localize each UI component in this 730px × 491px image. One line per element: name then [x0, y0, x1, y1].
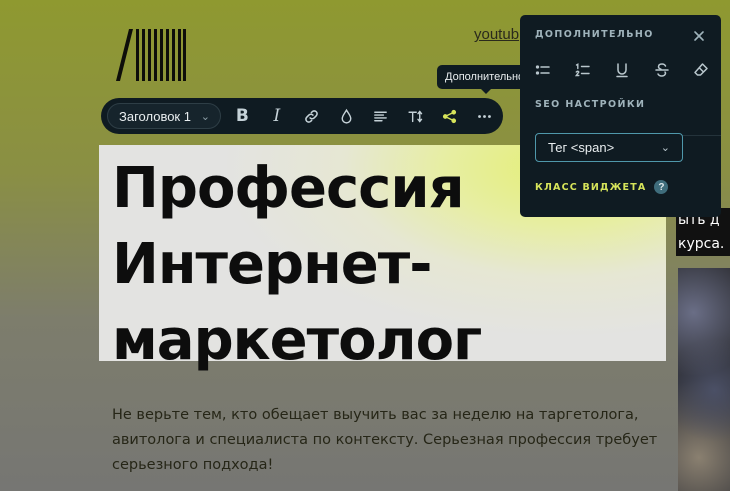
logo[interactable] — [116, 29, 186, 81]
underline-icon — [616, 63, 628, 78]
side-photo — [678, 268, 730, 491]
link-button[interactable] — [294, 101, 329, 131]
italic-button[interactable]: I — [260, 101, 295, 131]
tag-select[interactable]: Тег <span> ⌄ — [535, 133, 683, 162]
widget-class-field[interactable]: КЛАСС ВИДЖЕТА ? — [535, 180, 669, 194]
lead-line-2: авитолога и специалиста по контексту. Се… — [112, 432, 658, 448]
share-button[interactable] — [433, 101, 468, 131]
clear-format-button[interactable] — [690, 60, 712, 80]
align-button[interactable] — [363, 101, 398, 131]
align-left-icon — [374, 111, 388, 121]
formatting-toolbar: Заголовок 1 ⌄ B I — [101, 98, 503, 134]
numbered-list-button[interactable] — [572, 60, 594, 80]
more-dots-icon — [478, 114, 491, 118]
text-size-icon — [408, 109, 422, 123]
eraser-icon — [694, 63, 708, 76]
bulleted-list-icon — [535, 65, 550, 75]
bulleted-list-button[interactable] — [532, 60, 554, 80]
strikethrough-icon — [654, 63, 669, 77]
text-color-button[interactable] — [329, 101, 364, 131]
link-icon — [305, 109, 318, 123]
tag-select-value: Тег <span> — [548, 140, 615, 155]
more-button[interactable] — [467, 101, 502, 131]
bold-icon: B — [235, 106, 249, 126]
share-nodes-icon — [443, 109, 457, 123]
lead-line-1: Не верьте тем, кто обещает выучить вас з… — [112, 407, 639, 423]
title-line-2: Интернет- — [112, 232, 432, 297]
numbered-list-icon — [574, 63, 590, 77]
chevron-down-icon: ⌄ — [200, 110, 210, 123]
close-button[interactable] — [691, 28, 707, 44]
underline-button[interactable] — [611, 60, 633, 80]
page-title[interactable]: Профессия Интернет- маркетолог — [112, 151, 482, 379]
help-icon[interactable]: ? — [654, 180, 669, 194]
text-size-button[interactable] — [398, 101, 433, 131]
lead-paragraph: Не верьте тем, кто обещает выучить вас з… — [112, 403, 658, 478]
bold-button[interactable]: B — [225, 101, 260, 131]
title-line-1: Профессия — [112, 156, 465, 221]
panel-title: ДОПОЛНИТЕЛЬНО — [535, 29, 654, 40]
youtube-link[interactable]: youtub — [474, 26, 519, 43]
widget-class-label: КЛАСС ВИДЖЕТА — [535, 181, 647, 193]
side-text-line-4: курса. — [676, 232, 730, 256]
heading-level-select[interactable]: Заголовок 1 ⌄ — [107, 103, 221, 129]
italic-icon: I — [273, 106, 281, 126]
panel-format-icons — [532, 60, 712, 80]
close-icon — [694, 31, 704, 41]
strikethrough-button[interactable] — [651, 60, 673, 80]
color-drop-icon — [341, 108, 352, 124]
chevron-down-icon: ⌄ — [660, 142, 670, 154]
seo-section-title: SEO НАСТРОЙКИ — [535, 99, 646, 110]
lead-line-3: серьезного подхода! — [112, 457, 274, 473]
logo-icon — [116, 29, 186, 81]
more-tooltip: Дополнительно — [437, 65, 533, 94]
heading-level-value: Заголовок 1 — [119, 108, 191, 124]
additional-settings-panel: ДОПОЛНИТЕЛЬНО SEO НАСТРОЙКИ Тег <span> ⌄… — [520, 15, 721, 217]
title-line-3: маркетолог — [112, 308, 482, 373]
